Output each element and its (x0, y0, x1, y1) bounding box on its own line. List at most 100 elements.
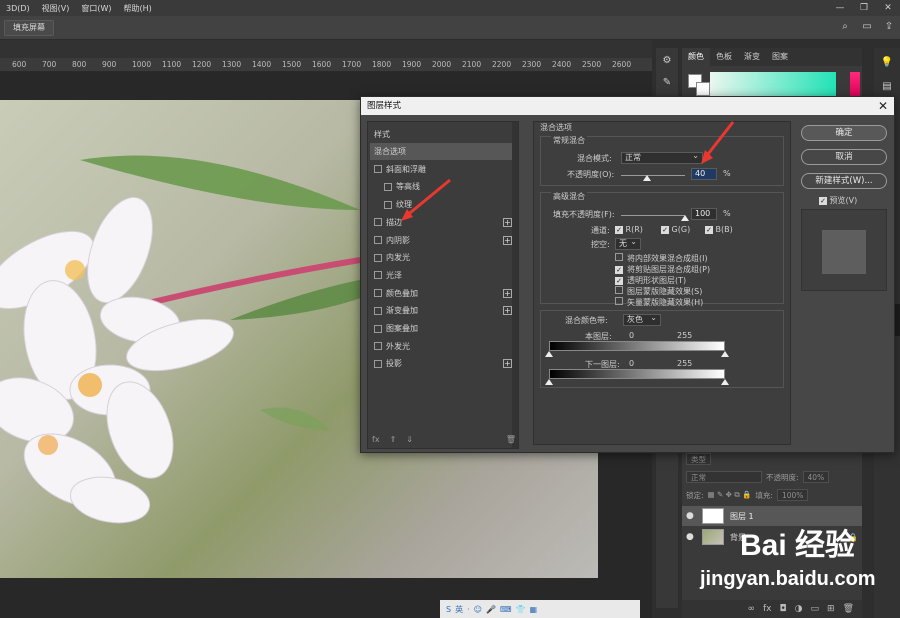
tab-color[interactable]: 颜色 (682, 48, 710, 66)
style-checkbox[interactable] (374, 236, 382, 244)
lock-icons[interactable]: ▦ ✎ ✥ ⧉ 🔒 (708, 490, 752, 500)
sogou-icon[interactable]: S (446, 605, 451, 614)
fill-opacity-track[interactable] (621, 215, 685, 216)
punctuation-icon[interactable]: · (467, 605, 470, 614)
brush-icon[interactable]: ✎ (658, 74, 676, 92)
menu-view[interactable]: 视图(V) (36, 3, 76, 14)
style-checkbox[interactable] (374, 359, 382, 368)
style-item[interactable]: 投影 + (370, 355, 518, 372)
style-checkbox[interactable] (374, 306, 382, 315)
underlying-black-thumb[interactable] (545, 379, 553, 385)
blend-mode-select[interactable]: 正常 (621, 151, 703, 164)
layer-fill-input[interactable]: 100% (776, 489, 809, 501)
this-layer-black-thumb[interactable] (545, 351, 553, 357)
folder-icon[interactable]: ▭ (811, 604, 820, 614)
lightbulb-icon[interactable]: 💡 (878, 54, 896, 72)
add-instance-icon[interactable]: + (503, 359, 512, 369)
hue-slider[interactable] (850, 72, 860, 96)
opacity-input[interactable]: 40 (691, 168, 717, 180)
underlying-gradient[interactable] (549, 369, 725, 379)
preview-checkbox[interactable]: ✓ 预览(V) (819, 195, 857, 206)
emoji-icon[interactable]: ☺ (474, 605, 482, 614)
menu-window[interactable]: 窗口(W) (75, 3, 117, 14)
keyboard-icon[interactable]: ⌨ (500, 605, 512, 614)
move-down-icon[interactable]: ⇓ (406, 435, 413, 444)
properties-icon[interactable]: ▤ (878, 78, 896, 96)
style-checkbox[interactable] (374, 342, 382, 351)
style-checkbox[interactable] (374, 218, 382, 227)
layer-opacity-input[interactable]: 40% (802, 471, 830, 483)
opacity-slider-track[interactable] (621, 175, 685, 176)
tab-pattern[interactable]: 图案 (766, 48, 794, 66)
blend-if-select[interactable]: 灰色 (623, 313, 661, 326)
eye-icon[interactable]: ● (686, 511, 696, 521)
channel-r[interactable]: ✓ R(R) (615, 225, 643, 234)
style-item[interactable]: 图案叠加 (370, 320, 518, 337)
toolbox-icon[interactable]: ▦ (529, 605, 537, 614)
style-item[interactable]: 内阴影 + (370, 232, 518, 249)
layer-kind-select[interactable]: 类型 (686, 453, 711, 465)
layer-blend-select[interactable]: 正常 (686, 471, 762, 483)
ok-button[interactable]: 确定 (801, 125, 887, 141)
workspace-icon[interactable]: ▭ (860, 20, 874, 34)
this-layer-white-thumb[interactable] (721, 351, 729, 357)
add-instance-icon[interactable]: + (503, 217, 512, 227)
add-instance-icon[interactable]: + (503, 288, 512, 298)
menu-3d[interactable]: 3D(D) (0, 4, 36, 13)
style-item[interactable]: 光泽 (370, 267, 518, 284)
trash-icon[interactable]: 🗑 (843, 604, 854, 614)
style-item[interactable]: 混合选项 (370, 143, 518, 160)
color-field[interactable] (710, 72, 836, 96)
style-list-scrollbar[interactable] (512, 122, 518, 448)
style-checkbox[interactable] (374, 324, 382, 333)
opacity-slider-thumb[interactable] (642, 175, 651, 181)
advanced-option[interactable]: 将内部效果混合成组(I) (615, 253, 708, 264)
adjustment-icon[interactable]: ◑ (795, 604, 803, 614)
background-swatch[interactable] (696, 82, 710, 96)
fill-screen-button[interactable]: 填充屏幕 (4, 20, 54, 36)
channel-g[interactable]: ✓ G(G) (661, 225, 690, 234)
mask-icon[interactable]: ◘ (780, 604, 787, 614)
close-window-icon[interactable]: ✕ (876, 0, 900, 16)
fill-opacity-thumb[interactable] (681, 215, 689, 221)
fill-opacity-input[interactable]: 100 (691, 208, 717, 220)
move-up-icon[interactable]: ⇑ (390, 435, 397, 444)
add-instance-icon[interactable]: + (503, 235, 512, 245)
adjust-icon[interactable]: ⚙ (658, 52, 676, 70)
add-instance-icon[interactable]: + (503, 306, 512, 316)
eye-icon[interactable]: ● (686, 532, 696, 542)
advanced-option[interactable]: 矢量蒙版隐藏效果(H) (615, 297, 703, 308)
tab-swatches[interactable]: 色板 (710, 48, 738, 66)
style-checkbox[interactable] (384, 200, 392, 209)
style-item[interactable]: 外发光 (370, 338, 518, 355)
style-checkbox[interactable] (384, 182, 392, 191)
channel-b[interactable]: ✓ B(B) (705, 225, 733, 234)
close-icon[interactable]: ✕ (878, 97, 888, 115)
style-checkbox[interactable] (374, 289, 382, 298)
advanced-option[interactable]: ✓ 将剪贴图层混合成组(P) (615, 264, 710, 275)
style-item[interactable]: 内发光 (370, 249, 518, 266)
knockout-select[interactable]: 无 (615, 237, 641, 250)
new-style-button[interactable]: 新建样式(W)... (801, 173, 887, 189)
cancel-button[interactable]: 取消 (801, 149, 887, 165)
delete-icon[interactable]: 🗑 (506, 435, 516, 444)
link-icon[interactable]: ∞ (748, 604, 756, 614)
style-item[interactable]: 渐变叠加 + (370, 302, 518, 319)
minimize-icon[interactable]: — (828, 0, 852, 16)
style-checkbox[interactable] (374, 165, 382, 174)
voice-icon[interactable]: 🎤 (486, 605, 496, 614)
skin-icon[interactable]: 👕 (515, 605, 525, 614)
style-item[interactable]: 颜色叠加 + (370, 285, 518, 302)
this-layer-gradient[interactable] (549, 341, 725, 351)
search-icon[interactable]: ⌕ (838, 20, 852, 34)
style-checkbox[interactable] (374, 271, 382, 280)
share-icon[interactable]: ⇪ (882, 20, 896, 34)
menu-help[interactable]: 帮助(H) (118, 3, 158, 14)
restore-icon[interactable]: ❐ (852, 0, 876, 16)
advanced-option[interactable]: 图层蒙版隐藏效果(S) (615, 286, 702, 297)
fx-icon[interactable]: fx (372, 435, 380, 444)
language-toggle[interactable]: 英 (455, 604, 463, 615)
style-checkbox[interactable] (374, 253, 382, 262)
tab-gradient[interactable]: 渐变 (738, 48, 766, 66)
new-layer-icon[interactable]: ⊞ (827, 604, 835, 614)
